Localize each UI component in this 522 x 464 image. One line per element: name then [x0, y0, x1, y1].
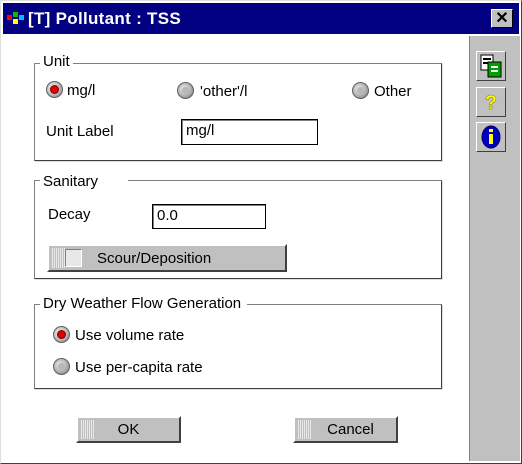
toggle-grip	[51, 248, 65, 268]
unit-label-field[interactable]: mg/l	[181, 119, 318, 145]
cancel-label: Cancel	[327, 421, 374, 438]
cancel-button[interactable]: Cancel	[293, 416, 398, 443]
info-icon	[481, 125, 501, 149]
window-title: [T] Pollutant : TSS	[28, 9, 182, 28]
pollutant-dialog: [T] Pollutant : TSS ✕ Unit mg/l 'other'/…	[0, 0, 522, 464]
unit-mgl-radio[interactable]	[46, 81, 63, 98]
unit-legend: Unit	[40, 53, 73, 70]
copy-icon	[480, 54, 502, 78]
help-icon: ?	[485, 92, 498, 115]
svg-text:?: ?	[485, 92, 497, 114]
volume-rate-radio[interactable]	[53, 326, 70, 343]
right-toolbar: ?	[469, 36, 520, 461]
unit-mgl-label[interactable]: mg/l	[67, 82, 95, 99]
unit-label-caption: Unit Label	[46, 123, 114, 140]
scour-deposition-toggle[interactable]: Scour/Deposition	[47, 244, 287, 272]
ok-button[interactable]: OK	[76, 416, 181, 443]
per-capita-rate-label[interactable]: Use per-capita rate	[75, 359, 203, 376]
unit-group	[34, 63, 442, 161]
close-button[interactable]: ✕	[491, 9, 513, 28]
copy-button[interactable]	[476, 51, 506, 81]
app-icon	[7, 12, 24, 24]
decay-field[interactable]: 0.0	[152, 204, 266, 229]
volume-rate-label[interactable]: Use volume rate	[75, 327, 184, 344]
per-capita-rate-radio[interactable]	[53, 358, 70, 375]
info-button[interactable]	[476, 122, 506, 152]
dwf-legend: Dry Weather Flow Generation	[40, 295, 248, 312]
dwf-group	[34, 304, 442, 389]
scour-checkbox[interactable]	[65, 249, 82, 267]
ok-label: OK	[117, 421, 140, 438]
help-button[interactable]: ?	[476, 87, 506, 117]
title-bar[interactable]: [T] Pollutant : TSS ✕	[3, 3, 519, 34]
unit-other-label[interactable]: Other	[374, 83, 412, 100]
decay-caption: Decay	[48, 206, 91, 223]
sanitary-legend: Sanitary	[40, 173, 129, 190]
close-icon: ✕	[495, 10, 509, 27]
unit-other-per-l-label[interactable]: 'other'/l	[200, 83, 247, 100]
unit-other-per-l-radio[interactable]	[177, 82, 194, 99]
scour-deposition-label: Scour/Deposition	[97, 250, 212, 267]
unit-other-radio[interactable]	[352, 82, 369, 99]
